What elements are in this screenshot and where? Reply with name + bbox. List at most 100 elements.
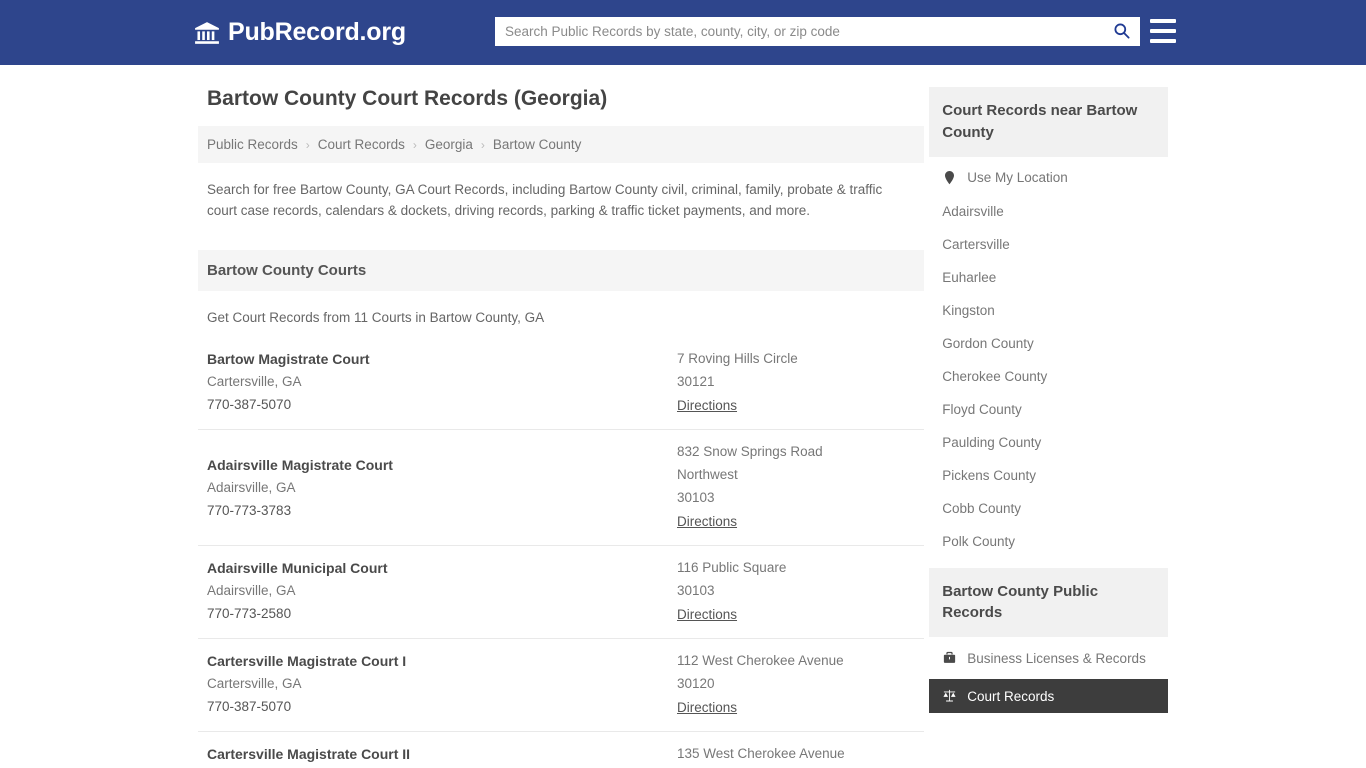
courts-section-heading: Bartow County Courts xyxy=(198,249,925,291)
court-city: Adairsville, GA xyxy=(207,582,296,598)
directions-link[interactable]: Directions xyxy=(677,398,737,413)
nearby-panel-heading: Court Records near Bartow County xyxy=(929,87,1168,157)
court-name: Cartersville Magistrate Court II xyxy=(207,745,411,762)
sidebar-item-euharlee[interactable]: Euharlee xyxy=(929,261,1168,294)
breadcrumb-item-court-records[interactable]: Court Records xyxy=(318,137,405,152)
court-address: 116 Public Square 30103 Directions xyxy=(677,560,915,624)
page-title: Bartow County Court Records (Georgia) xyxy=(207,87,608,110)
courts-section-subheading: Get Court Records from 11 Courts in Bart… xyxy=(207,309,545,325)
search-icon xyxy=(1112,21,1131,43)
scales-of-justice-icon xyxy=(942,688,958,704)
page-intro-text: Search for free Bartow County, GA Court … xyxy=(207,182,883,218)
court-city: Cartersville, GA xyxy=(207,675,302,691)
court-list: Bartow Magistrate Court Cartersville, GA… xyxy=(198,337,925,768)
map-pin-icon xyxy=(942,170,958,186)
court-zip: 30120 xyxy=(677,675,715,691)
site-logo[interactable]: PubRecord.org xyxy=(194,18,406,47)
public-records-panel-heading: Bartow County Public Records xyxy=(929,567,1168,637)
breadcrumb: Public Records › Court Records › Georgia… xyxy=(198,126,925,163)
court-zip: 30121 xyxy=(677,373,715,389)
court-address-line1: 832 Snow Springs Road xyxy=(677,443,823,459)
breadcrumb-separator: › xyxy=(412,137,417,152)
court-address: 135 West Cherokee Avenue 30120 xyxy=(677,746,915,768)
court-phone[interactable]: 770-773-3783 xyxy=(207,503,677,518)
court-info: Cartersville Magistrate Court I Cartersv… xyxy=(207,653,677,717)
search-button[interactable] xyxy=(1102,17,1140,46)
sidebar: Court Records near Bartow County Use My … xyxy=(929,87,1168,768)
court-phone[interactable]: 770-387-5070 xyxy=(207,397,677,412)
sidebar-item-label: Paulding County xyxy=(942,434,1042,450)
court-info: Bartow Magistrate Court Cartersville, GA… xyxy=(207,351,677,415)
sidebar-item-label: Gordon County xyxy=(942,335,1034,351)
sidebar-item-label: Adairsville xyxy=(942,203,1004,219)
court-city: Cartersville, GA xyxy=(207,373,302,389)
table-row: Adairsville Municipal Court Adairsville,… xyxy=(198,546,925,639)
sidebar-item-cartersville[interactable]: Cartersville xyxy=(929,228,1168,261)
hamburger-menu-icon[interactable] xyxy=(1150,19,1176,43)
sidebar-item-cobb-county[interactable]: Cobb County xyxy=(929,492,1168,525)
search-input[interactable] xyxy=(495,18,1102,45)
sidebar-item-label: Cartersville xyxy=(942,236,1010,252)
sidebar-item-label: Polk County xyxy=(942,533,1016,549)
court-address-line1: 7 Roving Hills Circle xyxy=(677,350,798,366)
public-records-panel-body: Business Licenses & Records Court Record… xyxy=(929,637,1168,713)
briefcase-icon xyxy=(942,650,958,666)
court-zip: 30103 xyxy=(677,582,715,598)
court-phone[interactable]: 770-387-5070 xyxy=(207,699,677,714)
nearby-panel-body: Use My Location Adairsville Cartersville… xyxy=(929,157,1168,558)
court-address: 7 Roving Hills Circle 30121 Directions xyxy=(677,351,915,415)
breadcrumb-item-bartow-county[interactable]: Bartow County xyxy=(493,137,582,152)
sidebar-item-paulding-county[interactable]: Paulding County xyxy=(929,426,1168,459)
sidebar-item-label: Cobb County xyxy=(942,500,1022,516)
court-name: Cartersville Magistrate Court I xyxy=(207,652,407,669)
sidebar-item-floyd-county[interactable]: Floyd County xyxy=(929,393,1168,426)
breadcrumb-item-georgia[interactable]: Georgia xyxy=(425,137,473,152)
court-city: Adairsville, GA xyxy=(207,479,296,495)
court-name: Bartow Magistrate Court xyxy=(207,350,370,367)
site-logo-text: PubRecord.org xyxy=(228,18,406,46)
sidebar-item-polk-county[interactable]: Polk County xyxy=(929,525,1168,558)
sidebar-item-kingston[interactable]: Kingston xyxy=(929,294,1168,327)
table-row: Bartow Magistrate Court Cartersville, GA… xyxy=(198,337,925,430)
breadcrumb-separator: › xyxy=(305,137,310,152)
search-bar xyxy=(495,17,1140,46)
breadcrumb-separator: › xyxy=(480,137,485,152)
court-name: Adairsville Municipal Court xyxy=(207,559,388,576)
sidebar-item-pickens-county[interactable]: Pickens County xyxy=(929,459,1168,492)
directions-link[interactable]: Directions xyxy=(677,700,737,715)
breadcrumb-item-public-records[interactable]: Public Records xyxy=(207,137,298,152)
content-container: Bartow County Court Records (Georgia) Pu… xyxy=(198,65,1168,768)
court-info: Adairsville Municipal Court Adairsville,… xyxy=(207,560,677,624)
sidebar-item-label: Euharlee xyxy=(942,269,997,285)
directions-link[interactable]: Directions xyxy=(677,607,737,622)
court-name: Adairsville Magistrate Court xyxy=(207,456,393,473)
sidebar-item-label: Pickens County xyxy=(942,467,1037,483)
sidebar-item-court-records[interactable]: Court Records xyxy=(929,679,1168,713)
sidebar-item-label: Floyd County xyxy=(942,401,1022,417)
court-info: Adairsville Magistrate Court Adairsville… xyxy=(207,444,677,531)
court-phone[interactable]: 770-773-2580 xyxy=(207,606,677,621)
public-records-panel: Bartow County Public Records Business Li… xyxy=(929,567,1168,713)
sidebar-item-label: Court Records xyxy=(967,688,1055,704)
sidebar-item-gordon-county[interactable]: Gordon County xyxy=(929,327,1168,360)
sidebar-item-business-licenses[interactable]: Business Licenses & Records xyxy=(929,641,1168,675)
court-info: Cartersville Magistrate Court II Carters… xyxy=(207,746,677,768)
sidebar-item-adairsville[interactable]: Adairsville xyxy=(929,195,1168,228)
court-address: 832 Snow Springs Road Northwest 30103 Di… xyxy=(677,444,915,531)
court-address-line1: 135 West Cherokee Avenue xyxy=(677,745,845,761)
bank-building-icon xyxy=(194,20,220,46)
sidebar-item-label: Cherokee County xyxy=(942,368,1048,384)
main-column: Bartow County Court Records (Georgia) Pu… xyxy=(198,87,925,768)
court-address-line1: 112 West Cherokee Avenue xyxy=(677,652,844,668)
sidebar-item-use-my-location[interactable]: Use My Location xyxy=(929,161,1168,195)
sidebar-item-label: Use My Location xyxy=(967,170,1068,185)
sidebar-item-cherokee-county[interactable]: Cherokee County xyxy=(929,360,1168,393)
sidebar-item-label: Kingston xyxy=(942,302,995,318)
site-header: PubRecord.org xyxy=(0,0,1366,65)
table-row: Cartersville Magistrate Court II Carters… xyxy=(198,732,924,768)
table-row: Cartersville Magistrate Court I Cartersv… xyxy=(198,639,925,732)
court-address-line2: Northwest xyxy=(677,466,738,482)
sidebar-item-label: Business Licenses & Records xyxy=(967,650,1146,666)
court-address-line1: 116 Public Square xyxy=(677,559,787,575)
directions-link[interactable]: Directions xyxy=(677,514,737,529)
